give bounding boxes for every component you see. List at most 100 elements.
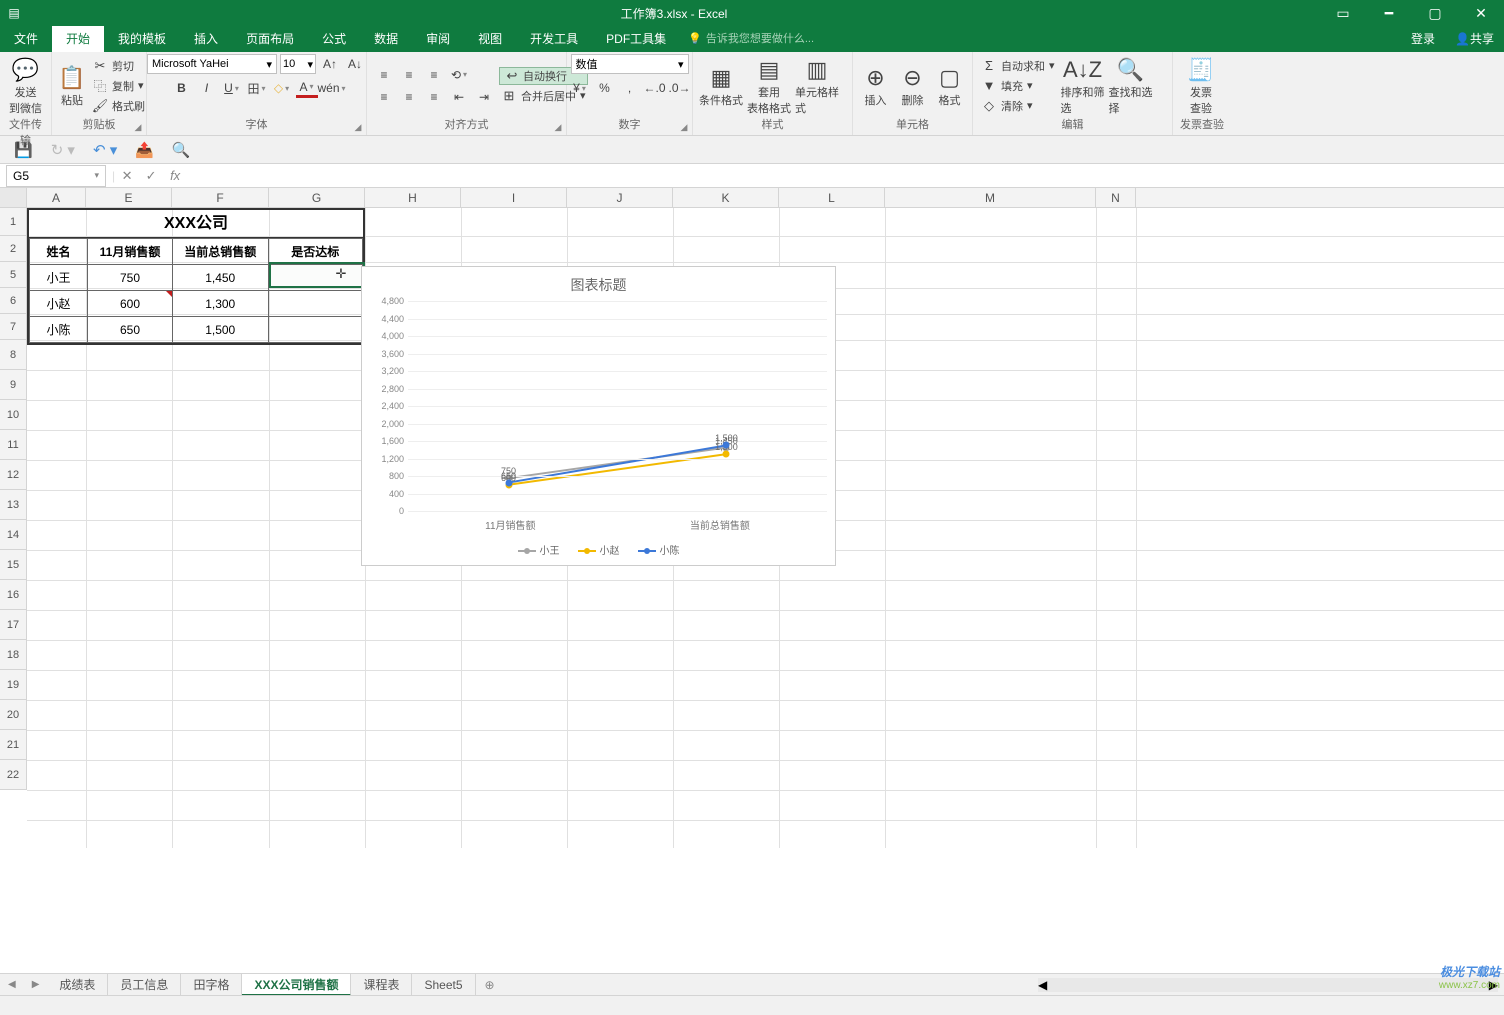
- login-button[interactable]: 登录: [1401, 26, 1445, 52]
- row-header-15[interactable]: 15: [0, 550, 27, 580]
- undo-icon[interactable]: ↶ ▾: [93, 141, 117, 159]
- tab-formulas[interactable]: 公式: [308, 26, 360, 52]
- row-header-21[interactable]: 21: [0, 730, 27, 760]
- row-header-13[interactable]: 13: [0, 490, 27, 520]
- sheet-nav-next[interactable]: ▶: [24, 979, 48, 990]
- row-header-1[interactable]: 1: [0, 208, 27, 236]
- font-color-icon[interactable]: A: [296, 78, 318, 98]
- sheet-tab[interactable]: Sheet5: [412, 974, 475, 996]
- clipboard-launcher[interactable]: ◢: [132, 121, 144, 133]
- row-header-6[interactable]: 6: [0, 288, 27, 314]
- export-icon[interactable]: 📤: [135, 141, 154, 159]
- phonetic-icon[interactable]: wén: [321, 78, 343, 98]
- fill-button[interactable]: ▼填充 ▾: [979, 77, 1057, 95]
- find-select-button[interactable]: 🔍查找和选择: [1109, 56, 1153, 116]
- tab-home[interactable]: 开始: [52, 26, 104, 52]
- row-header-20[interactable]: 20: [0, 700, 27, 730]
- col-header-I[interactable]: I: [461, 188, 567, 207]
- inc-decimal-icon[interactable]: ←.0: [644, 78, 666, 98]
- align-middle-icon[interactable]: ≡: [398, 65, 420, 85]
- sheet-tab[interactable]: 成绩表: [47, 974, 108, 996]
- row-header-19[interactable]: 19: [0, 670, 27, 700]
- row-header-22[interactable]: 22: [0, 760, 27, 790]
- row-header-17[interactable]: 17: [0, 610, 27, 640]
- indent-inc-icon[interactable]: ⇥: [473, 87, 495, 107]
- row-header-12[interactable]: 12: [0, 460, 27, 490]
- row-header-16[interactable]: 16: [0, 580, 27, 610]
- row-header-9[interactable]: 9: [0, 370, 27, 400]
- align-top-icon[interactable]: ≡: [373, 65, 395, 85]
- tab-view[interactable]: 视图: [464, 26, 516, 52]
- col-header-F[interactable]: F: [172, 188, 269, 207]
- currency-icon[interactable]: ¥: [569, 78, 591, 98]
- sheet-tab[interactable]: 田字格: [181, 974, 242, 996]
- align-bottom-icon[interactable]: ≡: [423, 65, 445, 85]
- row-header-2[interactable]: 2: [0, 236, 27, 262]
- cond-format-button[interactable]: ▦条件格式: [699, 56, 743, 116]
- tab-data[interactable]: 数据: [360, 26, 412, 52]
- row-header-5[interactable]: 5: [0, 262, 27, 288]
- row-header-11[interactable]: 11: [0, 430, 27, 460]
- add-sheet-button[interactable]: ⊕: [476, 978, 504, 992]
- invoice-button[interactable]: 🧾发票 查验: [1179, 56, 1223, 116]
- col-header-K[interactable]: K: [673, 188, 779, 207]
- spreadsheet-grid[interactable]: AEFGHIJKLMN 1256789101112131415161718192…: [0, 188, 1504, 848]
- clear-button[interactable]: ◇清除 ▾: [979, 97, 1057, 115]
- align-center-icon[interactable]: ≡: [398, 87, 420, 107]
- comma-icon[interactable]: ,: [619, 78, 641, 98]
- sheet-nav-prev[interactable]: ◀: [0, 979, 24, 990]
- maximize-icon[interactable]: ▢: [1412, 0, 1458, 26]
- row-header-7[interactable]: 7: [0, 314, 27, 340]
- dec-decimal-icon[interactable]: .0→: [669, 78, 691, 98]
- painter-button[interactable]: 🖌格式刷: [90, 97, 147, 115]
- number-launcher[interactable]: ◢: [678, 121, 690, 133]
- cancel-formula-icon[interactable]: ✕: [115, 168, 139, 184]
- name-box[interactable]: G5▾: [6, 165, 106, 187]
- redo-icon[interactable]: ↻ ▾: [51, 141, 75, 159]
- col-header-L[interactable]: L: [779, 188, 885, 207]
- share-button[interactable]: 👤共享: [1445, 26, 1504, 52]
- tab-review[interactable]: 审阅: [412, 26, 464, 52]
- col-header-M[interactable]: M: [885, 188, 1096, 207]
- preview-icon[interactable]: 🔍: [172, 141, 191, 159]
- copy-button[interactable]: ⿻复制 ▾: [90, 77, 147, 95]
- col-header-J[interactable]: J: [567, 188, 673, 207]
- increase-font-icon[interactable]: A↑: [319, 54, 341, 74]
- minimize-icon[interactable]: ━: [1366, 0, 1412, 26]
- italic-icon[interactable]: I: [196, 78, 218, 98]
- horizontal-scrollbar[interactable]: ◀▶: [1038, 978, 1498, 992]
- col-header-H[interactable]: H: [365, 188, 461, 207]
- table-format-button[interactable]: ▤套用 表格格式: [747, 56, 791, 116]
- sheet-tab[interactable]: 课程表: [351, 974, 412, 996]
- align-left-icon[interactable]: ≡: [373, 87, 395, 107]
- decrease-font-icon[interactable]: A↓: [344, 54, 366, 74]
- number-format-select[interactable]: 数值▾: [571, 54, 689, 74]
- font-name-select[interactable]: Microsoft YaHei▾: [147, 54, 277, 74]
- row-header-18[interactable]: 18: [0, 640, 27, 670]
- row-header-8[interactable]: 8: [0, 340, 27, 370]
- format-cells-button[interactable]: ▢格式: [933, 56, 966, 116]
- align-right-icon[interactable]: ≡: [423, 87, 445, 107]
- cell-style-button[interactable]: ▥单元格样式: [795, 56, 839, 116]
- paste-button[interactable]: 📋粘贴: [58, 56, 86, 116]
- send-wechat-button[interactable]: 💬发送 到微信: [6, 56, 45, 116]
- col-header-N[interactable]: N: [1096, 188, 1136, 207]
- sheet-tab[interactable]: 员工信息: [108, 974, 181, 996]
- cut-button[interactable]: ✂剪切: [90, 57, 147, 75]
- align-launcher[interactable]: ◢: [552, 121, 564, 133]
- underline-icon[interactable]: U: [221, 78, 243, 98]
- font-size-select[interactable]: 10▾: [280, 54, 316, 74]
- chart[interactable]: 图表标题 04008001,2001,6002,0002,4002,8003,2…: [361, 266, 836, 566]
- orientation-icon[interactable]: ⟲: [448, 65, 470, 85]
- ribbon-display-icon[interactable]: ▭: [1320, 0, 1366, 26]
- insert-cells-button[interactable]: ⊕插入: [859, 56, 892, 116]
- enter-formula-icon[interactable]: ✓: [139, 168, 163, 184]
- tab-templates[interactable]: 我的模板: [104, 26, 180, 52]
- col-header-A[interactable]: A: [27, 188, 86, 207]
- tab-dev[interactable]: 开发工具: [516, 26, 592, 52]
- border-icon[interactable]: 田: [246, 78, 268, 98]
- close-icon[interactable]: ✕: [1458, 0, 1504, 26]
- sort-filter-button[interactable]: A↓Z排序和筛选: [1061, 56, 1105, 116]
- tab-pdf[interactable]: PDF工具集: [592, 26, 680, 52]
- select-all-corner[interactable]: [0, 188, 27, 207]
